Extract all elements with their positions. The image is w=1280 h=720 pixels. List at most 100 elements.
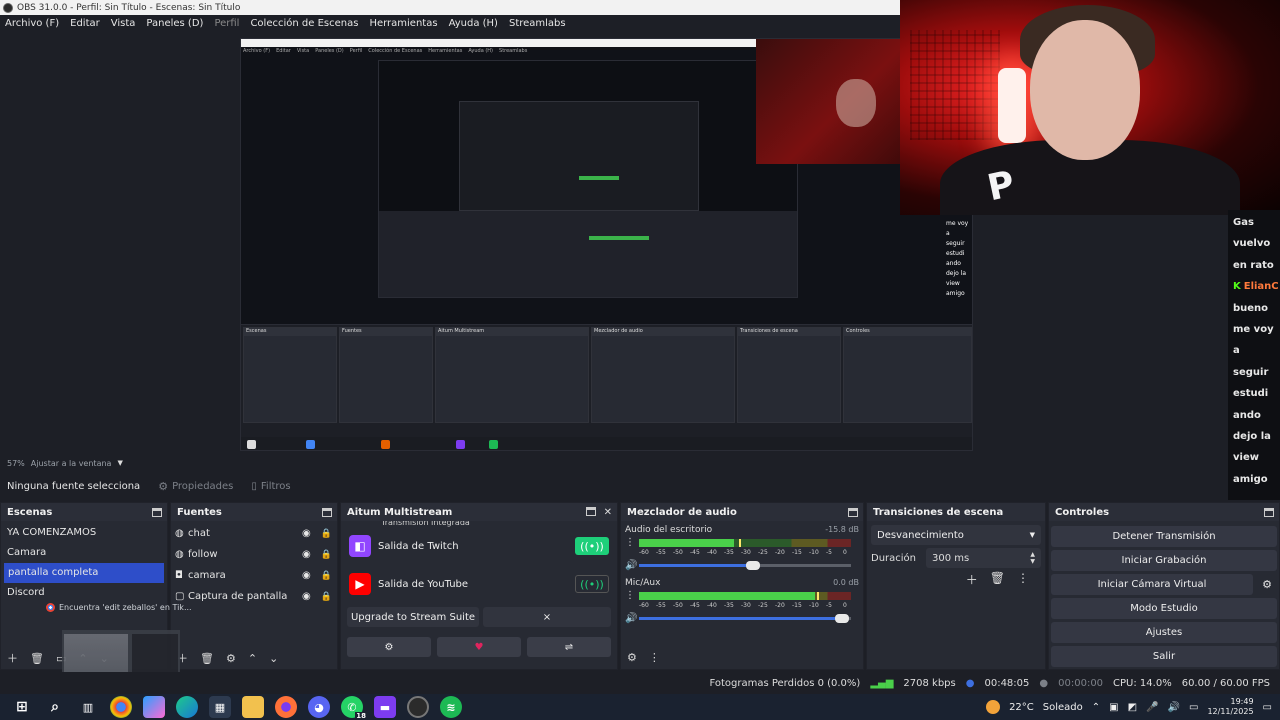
filters-button[interactable]: ▯ Filtros [251, 481, 290, 492]
more-options-icon[interactable]: ⋮ [1017, 571, 1029, 588]
menu-archivo[interactable]: Archivo (F) [5, 18, 59, 29]
gear-icon[interactable]: ⚙ [1255, 578, 1279, 591]
volume-slider[interactable] [639, 560, 851, 570]
dismiss-button[interactable]: × [483, 607, 611, 627]
undock-icon[interactable] [152, 507, 162, 517]
clock-date: 12/11/2025 [1207, 707, 1254, 716]
source-item[interactable]: ◍ chat ◉ 🔒 [171, 523, 337, 544]
move-down-icon[interactable]: ⌄ [269, 652, 278, 665]
add-scene-icon[interactable]: ＋ [7, 650, 18, 666]
trash-icon[interactable]: 🗑 [30, 652, 44, 665]
source-item[interactable]: ▢ Captura de pantalla ◉ 🔒 [171, 586, 337, 607]
meter-tick-label: -60 [639, 602, 649, 609]
obs-icon[interactable] [407, 696, 429, 718]
speaker-icon[interactable]: 🔊 [625, 613, 637, 624]
folder-icon[interactable] [242, 696, 264, 718]
lock-icon[interactable]: 🔒 [321, 571, 332, 581]
add-transition-icon[interactable]: ＋ [966, 571, 978, 588]
nested-app-icon [456, 440, 465, 449]
zoom-mode-select[interactable]: Ajustar a la ventana [31, 459, 112, 468]
chat-line: a [1233, 345, 1240, 357]
start-virtual-camera-button[interactable]: Iniciar Cámara Virtual [1051, 574, 1253, 595]
undock-icon[interactable] [848, 507, 858, 517]
discord-icon[interactable]: ◕ [308, 696, 330, 718]
studio-mode-button[interactable]: Modo Estudio [1051, 598, 1277, 619]
clock[interactable]: 19:49 12/11/2025 [1207, 697, 1253, 717]
trash-icon[interactable]: 🗑 [990, 571, 1005, 588]
scene-item[interactable]: Camara [1, 543, 167, 563]
tray-app-icon[interactable]: ◩ [1128, 702, 1137, 713]
scene-item[interactable]: Discord [1, 583, 167, 603]
menu-perfil[interactable]: Perfil [214, 18, 239, 29]
live-toggle-button[interactable]: ((•)) [575, 575, 609, 593]
weather-text[interactable]: Soleado [1043, 702, 1083, 713]
source-item[interactable]: ◘ camara ◉ 🔒 [171, 565, 337, 586]
window-title: OBS 31.0.0 - Perfil: Sin Título - Escena… [17, 2, 241, 13]
copilot-icon[interactable] [143, 696, 165, 718]
menu-vista[interactable]: Vista [111, 18, 136, 29]
task-view-icon[interactable]: ▥ [77, 696, 99, 718]
eye-icon[interactable]: ◉ [302, 528, 311, 539]
lock-icon[interactable]: 🔒 [321, 550, 332, 560]
speaker-icon[interactable]: 🔊 [625, 560, 637, 571]
settings-button[interactable]: Ajustes [1051, 622, 1277, 643]
undock-icon[interactable] [322, 507, 332, 517]
start-recording-button[interactable]: Iniciar Grabación [1051, 550, 1277, 571]
microphone-icon[interactable]: 🎤 [1146, 702, 1158, 713]
twitch-studio-icon[interactable]: ▬ [374, 696, 396, 718]
move-up-icon[interactable]: ⌃ [248, 652, 257, 665]
more-options-icon[interactable]: ⋮ [625, 537, 635, 548]
edge-icon[interactable] [176, 696, 198, 718]
stop-streaming-button[interactable]: Detener Transmisión [1051, 526, 1277, 547]
settings-button[interactable]: ⚙ [347, 637, 431, 657]
whatsapp-icon[interactable]: ✆ 18 [341, 696, 367, 720]
lamp [998, 68, 1026, 143]
lock-icon[interactable]: 🔒 [321, 529, 332, 539]
upgrade-button[interactable]: Upgrade to Stream Suite [347, 607, 479, 627]
trash-icon[interactable]: 🗑 [200, 652, 214, 665]
menu-herramientas[interactable]: Herramientas [369, 18, 437, 29]
transition-select[interactable]: Desvanecimiento ▼ [871, 525, 1041, 545]
more-options-icon[interactable]: ⋮ [625, 590, 635, 601]
volume-icon[interactable]: 🔊 [1168, 702, 1180, 713]
scene-item-selected[interactable]: pantalla completa [4, 563, 164, 583]
notification-icon[interactable]: ▭ [1263, 702, 1272, 713]
duration-input[interactable]: 300 ms ▲ ▼ [926, 548, 1041, 568]
menu-coleccion-escenas[interactable]: Colección de Escenas [250, 18, 358, 29]
preview-canvas[interactable]: Archivo (F) Editar Vista Paneles (D) Perfil C… [240, 38, 973, 451]
advanced-audio-icon[interactable]: ⚙ [627, 651, 637, 664]
eye-icon[interactable]: ◉ [302, 570, 311, 581]
undock-icon[interactable] [1264, 507, 1274, 517]
windows-start-icon[interactable]: ⊞ [11, 696, 33, 718]
scene-item[interactable]: YA COMENZAMOS [1, 523, 167, 543]
chrome-icon[interactable] [110, 696, 132, 718]
chevron-up-icon[interactable]: ⌃ [1092, 702, 1100, 713]
menu-paneles[interactable]: Paneles (D) [146, 18, 203, 29]
menu-editar[interactable]: Editar [70, 18, 100, 29]
donate-button[interactable]: ♥ [437, 637, 521, 657]
close-icon[interactable]: ✕ [604, 507, 612, 518]
tray-app-icon[interactable]: ▣ [1109, 702, 1118, 713]
search-icon[interactable]: ⌕ [44, 696, 66, 718]
eye-icon[interactable]: ◉ [302, 549, 311, 560]
menu-ayuda[interactable]: Ayuda (H) [449, 18, 498, 29]
properties-button[interactable]: ⚙ Propiedades [158, 480, 233, 493]
gear-icon[interactable]: ⚙ [226, 652, 236, 665]
weather-temp[interactable]: 22°C [1009, 702, 1034, 713]
spotify-icon[interactable]: ≋ [440, 696, 462, 718]
undock-icon[interactable] [585, 506, 596, 516]
exit-button[interactable]: Salir [1051, 646, 1277, 667]
store-icon[interactable]: ▦ [209, 696, 231, 718]
firefox-icon[interactable] [275, 696, 297, 718]
spinner-icon[interactable]: ▲ ▼ [1030, 551, 1035, 565]
lock-icon[interactable]: 🔒 [321, 592, 332, 602]
volume-slider[interactable] [639, 613, 851, 623]
help-button[interactable]: ⇌ [527, 637, 611, 657]
network-icon[interactable]: ▭ [1189, 702, 1198, 713]
source-item[interactable]: ◍ follow ◉ 🔒 [171, 544, 337, 565]
chevron-down-icon[interactable]: ▼ [117, 459, 122, 467]
eye-icon[interactable]: ◉ [302, 591, 311, 602]
more-options-icon[interactable]: ⋮ [649, 651, 660, 664]
live-toggle-button[interactable]: ((•)) [575, 537, 609, 555]
menu-streamlabs[interactable]: Streamlabs [509, 18, 566, 29]
